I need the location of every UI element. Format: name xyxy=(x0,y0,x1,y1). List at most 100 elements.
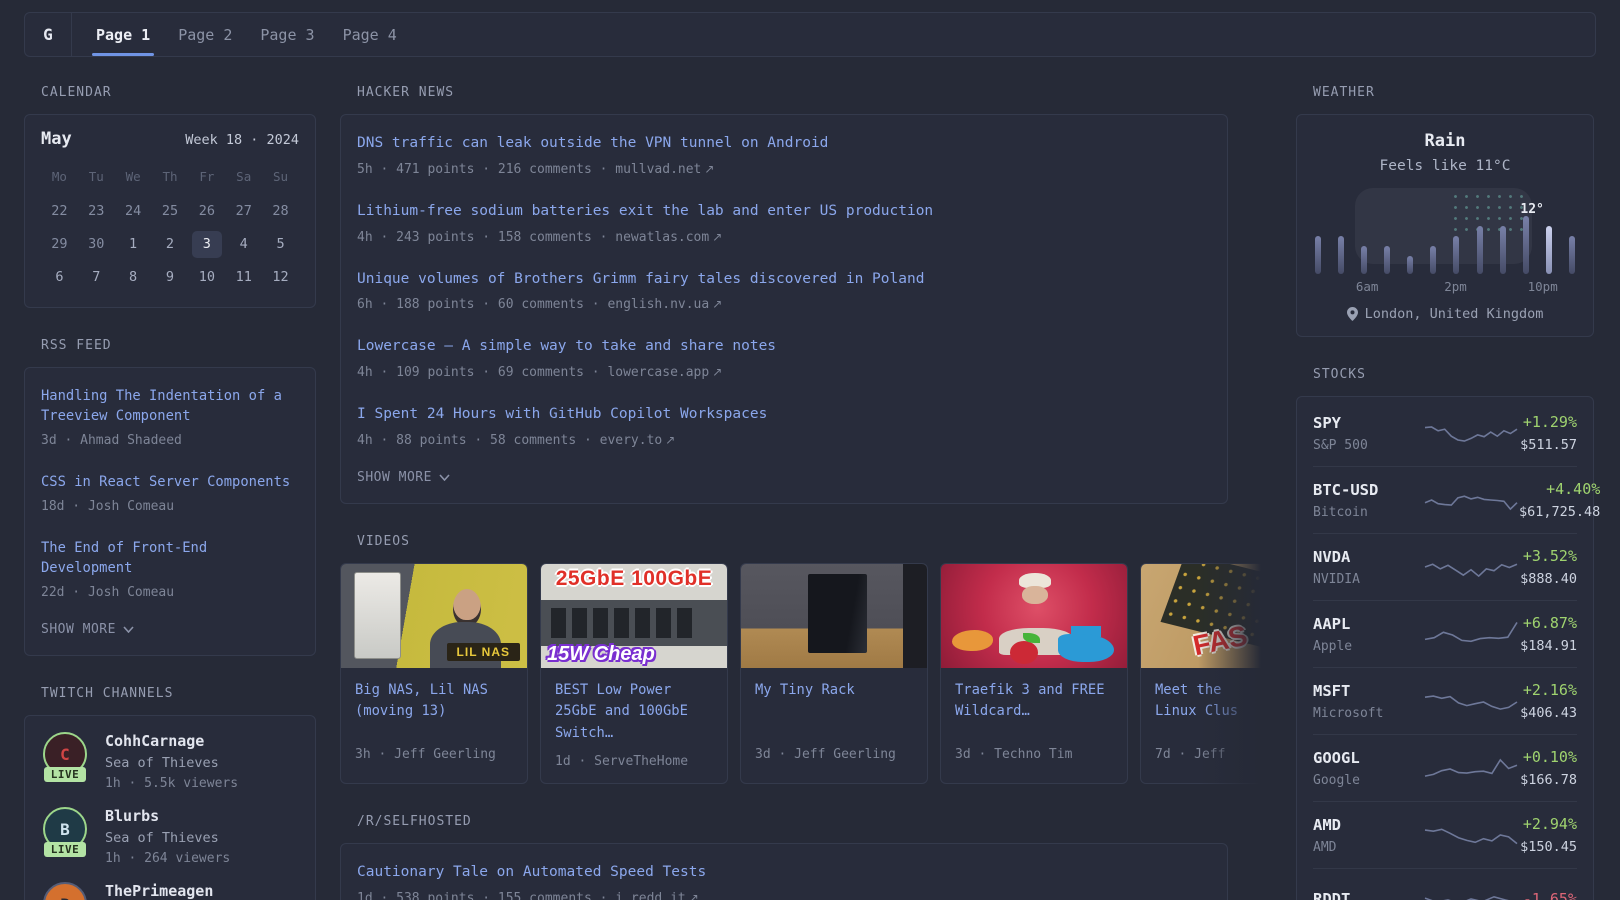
rss-show-more-button[interactable]: SHOW MORE xyxy=(41,622,134,637)
stock-right: +4.40% $61,725.48 xyxy=(1519,480,1600,520)
stock-row[interactable]: BTC-USD Bitcoin +4.40% $61,725.48 xyxy=(1313,466,1577,533)
calendar-date: 4 xyxy=(229,231,259,258)
stock-company: S&P 500 xyxy=(1313,438,1423,453)
video-thumbnail[interactable]: FAS xyxy=(1141,564,1272,668)
calendar-date: 11 xyxy=(229,264,259,291)
rss-item-title[interactable]: Handling The Indentation of a Treeview C… xyxy=(41,386,299,426)
hn-show-more-button[interactable]: SHOW MORE xyxy=(357,470,450,485)
stock-right: +3.52% $888.40 xyxy=(1519,547,1577,587)
stock-price: $888.40 xyxy=(1519,571,1577,587)
twitch-channel-name[interactable]: CohhCarnage xyxy=(105,732,238,750)
calendar-date: 6 xyxy=(44,264,74,291)
video-title[interactable]: Big NAS, Lil NAS (moving 13) xyxy=(355,680,513,737)
weather-condition: Rain xyxy=(1313,131,1577,151)
weather-card: Rain Feels like 11°C 12° 6am 2pm 10pm Lo… xyxy=(1296,114,1594,337)
video-title[interactable]: Meet the Linux Clus xyxy=(1155,680,1272,737)
video-card[interactable]: 25GbE 100GbE 15W Cheap BEST Low Power 25… xyxy=(540,563,728,784)
video-thumbnail[interactable] xyxy=(741,564,927,668)
calendar-date: 22 xyxy=(44,198,74,225)
stock-row[interactable]: AAPL Apple +6.87% $184.91 xyxy=(1313,600,1577,667)
hn-item-title[interactable]: I Spent 24 Hours with GitHub Copilot Wor… xyxy=(357,404,1211,426)
hn-item: Lithium-free sodium batteries exit the l… xyxy=(357,201,1211,245)
pc-case-art xyxy=(354,572,401,659)
video-thumbnail[interactable] xyxy=(941,564,1127,668)
hn-item-meta-text: 6h · 188 points · 60 comments · english.… xyxy=(357,297,709,312)
calendar-date: 9 xyxy=(155,264,185,291)
hn-item-title[interactable]: Lowercase – A simple way to take and sha… xyxy=(357,336,1211,358)
docker-whale-art xyxy=(1058,634,1114,661)
sticker-art xyxy=(1010,641,1038,664)
section-label-twitch: TWITCH CHANNELS xyxy=(41,686,316,701)
twitch-avatar[interactable]: P xyxy=(43,882,87,900)
rss-item: Handling The Indentation of a Treeview C… xyxy=(41,386,299,448)
app-logo[interactable]: G xyxy=(25,13,72,56)
tab-page-4[interactable]: Page 4 xyxy=(343,13,397,56)
weather-chart: 12° 6am 2pm 10pm xyxy=(1313,188,1577,294)
calendar-month: May xyxy=(41,129,72,149)
stock-right: +6.87% $184.91 xyxy=(1519,614,1577,654)
stocks-card: SPY S&P 500 +1.29% $511.57 BTC-USD Bitco… xyxy=(1296,396,1594,900)
stock-sparkline xyxy=(1423,818,1519,852)
hn-item-title[interactable]: Lithium-free sodium batteries exit the l… xyxy=(357,201,1211,223)
video-card[interactable]: My Tiny Rack 3d · Jeff Geerling xyxy=(740,563,928,784)
video-title[interactable]: My Tiny Rack xyxy=(755,680,913,737)
rss-item-title[interactable]: CSS in React Server Components xyxy=(41,472,299,492)
stock-sparkline xyxy=(1423,550,1519,584)
reddit-widget: /R/SELFHOSTED Cautionary Tale on Automat… xyxy=(340,814,1228,900)
twitch-channel-name[interactable]: ThePrimeagen xyxy=(105,882,213,900)
weekday-label: Su xyxy=(262,165,299,192)
reddit-item-title[interactable]: Cautionary Tale on Automated Speed Tests xyxy=(357,862,1211,884)
stock-symbol: GOOGL xyxy=(1313,749,1423,767)
rss-item-meta: 18d · Josh Comeau xyxy=(41,499,299,514)
video-thumbnail[interactable]: 25GbE 100GbE 15W Cheap xyxy=(541,564,727,668)
hn-item-title[interactable]: DNS traffic can leak outside the VPN tun… xyxy=(357,133,1211,155)
calendar-widget: CALENDAR May Week 18 · 2024 Mo Tu We Th … xyxy=(24,85,316,308)
stock-company: NVIDIA xyxy=(1313,572,1423,587)
hn-item-title[interactable]: Unique volumes of Brothers Grimm fairy t… xyxy=(357,269,1211,291)
stock-row[interactable]: MSFT Microsoft +2.16% $406.43 xyxy=(1313,667,1577,734)
weather-bar xyxy=(1430,246,1436,274)
stock-row[interactable]: AMD AMD +2.94% $150.45 xyxy=(1313,801,1577,868)
hn-item-meta: 4h · 243 points · 158 comments · newatla… xyxy=(357,230,1211,245)
video-card[interactable]: LIL NAS Big NAS, Lil NAS (moving 13) 3h … xyxy=(340,563,528,784)
stock-price: $184.91 xyxy=(1519,638,1577,654)
video-card[interactable]: Traefik 3 and FREE Wildcard… 3d · Techno… xyxy=(940,563,1128,784)
stocks-widget: STOCKS SPY S&P 500 +1.29% $511.57 xyxy=(1296,367,1594,900)
twitch-channel-row: B LIVE Blurbs Sea of Thieves 1h · 264 vi… xyxy=(41,807,299,866)
video-thumbnail[interactable]: LIL NAS xyxy=(341,564,527,668)
stock-company: Google xyxy=(1313,773,1423,788)
calendar-date: 27 xyxy=(229,198,259,225)
stock-left: RDDT xyxy=(1313,890,1423,900)
weather-bar xyxy=(1315,236,1321,274)
calendar-date: 1 xyxy=(118,231,148,258)
calendar-date: 25 xyxy=(155,198,185,225)
stock-row[interactable]: GOOGL Google +0.10% $166.78 xyxy=(1313,734,1577,801)
stock-symbol: AMD xyxy=(1313,816,1423,834)
video-title[interactable]: Traefik 3 and FREE Wildcard… xyxy=(955,680,1113,737)
video-title[interactable]: BEST Low Power 25GbE and 100GbE Switch… xyxy=(555,680,713,744)
tab-page-1[interactable]: Page 1 xyxy=(96,13,150,56)
hn-item-meta-text: 4h · 109 points · 69 comments · lowercas… xyxy=(357,365,709,380)
tab-page-3[interactable]: Page 3 xyxy=(260,13,314,56)
live-badge: LIVE xyxy=(44,842,87,857)
calendar-date: 29 xyxy=(44,231,74,258)
stock-row[interactable]: RDDT -1.65% xyxy=(1313,868,1577,900)
stock-change: +4.40% xyxy=(1519,480,1600,498)
hn-item: I Spent 24 Hours with GitHub Copilot Wor… xyxy=(357,404,1211,448)
rss-item-title[interactable]: The End of Front-End Development xyxy=(41,538,299,578)
stock-row[interactable]: SPY S&P 500 +1.29% $511.57 xyxy=(1313,400,1577,466)
video-card[interactable]: FAS Meet the Linux Clus 7d · Jeff xyxy=(1140,563,1272,784)
tab-page-2[interactable]: Page 2 xyxy=(178,13,232,56)
calendar-date: 5 xyxy=(266,231,296,258)
stock-left: AAPL Apple xyxy=(1313,615,1423,654)
stock-row[interactable]: NVDA NVIDIA +3.52% $888.40 xyxy=(1313,533,1577,600)
stock-company: Microsoft xyxy=(1313,706,1423,721)
rss-item-meta: 22d · Josh Comeau xyxy=(41,585,299,600)
twitch-channel-meta: 1h · 264 viewers xyxy=(105,851,230,866)
twitch-channel-meta: 1h · 5.5k viewers xyxy=(105,776,238,791)
stock-left: SPY S&P 500 xyxy=(1313,414,1423,453)
hn-item-meta: 5h · 471 points · 216 comments · mullvad… xyxy=(357,162,1211,177)
twitch-channel-name[interactable]: Blurbs xyxy=(105,807,230,825)
reddit-item: Cautionary Tale on Automated Speed Tests… xyxy=(357,862,1211,900)
stock-price: $150.45 xyxy=(1519,839,1577,855)
